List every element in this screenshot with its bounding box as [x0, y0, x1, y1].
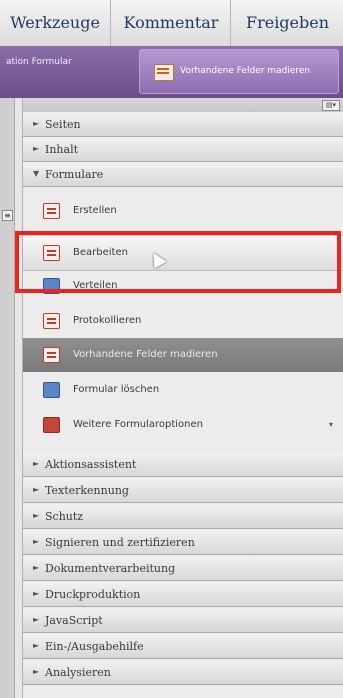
form-fields-icon [43, 347, 60, 363]
top-tab-bar: Werkzeuge Kommentar Freigeben [0, 0, 343, 47]
form-delete-icon [43, 382, 60, 398]
section-label: Analysieren [45, 666, 111, 679]
section-druckproduktion[interactable]: ► Druckproduktion [23, 582, 343, 607]
item-label: Formular löschen [73, 384, 160, 395]
existing-fields-button-label: Vorhandene Felder madieren [180, 66, 311, 76]
existing-fields-button[interactable]: Vorhandene Felder madieren [139, 49, 339, 94]
form-track-icon [43, 313, 60, 329]
expand-arrow-icon: ► [33, 589, 40, 598]
section-formulare[interactable]: ▼ Formulare [23, 162, 343, 187]
tab-werkzeuge[interactable]: Werkzeuge [0, 0, 110, 46]
section-label: Dokumentverarbeitung [45, 562, 176, 575]
section-label: Signieren und zertifizieren [45, 536, 195, 549]
collapse-icon[interactable]: ≡ [2, 210, 13, 221]
section-dokumentverarbeitung[interactable]: ► Dokumentverarbeitung [23, 556, 343, 581]
section-signieren[interactable]: ► Signieren und zertifizieren [23, 530, 343, 555]
section-ein-ausgabehilfe[interactable]: ► Ein-/Ausgabehilfe [23, 634, 343, 659]
section-label: Aktionsassistent [45, 458, 137, 471]
section-label: Seiten [45, 118, 81, 131]
item-label: Protokollieren [73, 315, 142, 326]
section-label: Formulare [45, 168, 104, 181]
expand-arrow-icon: ► [33, 119, 40, 128]
expand-arrow-icon: ► [33, 511, 40, 520]
item-label: Erstellen [73, 205, 117, 216]
left-collapse-strip: ≡ [0, 98, 15, 698]
panel-options-icon[interactable]: ▤▾ [322, 100, 340, 111]
item-label: Weitere Formularoptionen [73, 419, 203, 430]
form-item-weitere-optionen[interactable]: Weitere Formularoptionen ▾ [23, 408, 343, 442]
form-item-vorhandene-felder[interactable]: Vorhandene Felder madieren [23, 338, 343, 372]
tools-panel: ▤▾ ► Seiten ► Inhalt ▼ Formulare Erstell… [22, 98, 343, 698]
form-item-erstellen[interactable]: Erstellen [23, 194, 343, 228]
forms-toolbar: ation Formular Vorhandene Felder madiere… [0, 46, 343, 98]
expand-arrow-icon: ► [33, 641, 40, 650]
form-create-icon [43, 203, 60, 219]
tab-kommentar[interactable]: Kommentar [110, 0, 231, 46]
section-seiten[interactable]: ► Seiten [23, 112, 343, 137]
form-more-icon [43, 417, 60, 433]
item-label: Vorhandene Felder madieren [73, 349, 218, 360]
section-analysieren[interactable]: ► Analysieren [23, 660, 343, 685]
expand-arrow-icon: ► [33, 537, 40, 546]
section-label: Ein-/Ausgabehilfe [45, 640, 144, 653]
toolbar-label: ation Formular [6, 57, 72, 67]
section-label: Inhalt [45, 143, 79, 156]
dropdown-arrow-icon[interactable]: ▾ [329, 420, 333, 429]
collapse-arrow-icon: ▼ [33, 169, 40, 178]
panel-header: ▤▾ [23, 98, 343, 113]
expand-arrow-icon: ► [33, 667, 40, 676]
expand-arrow-icon: ► [33, 563, 40, 572]
section-schutz[interactable]: ► Schutz [23, 504, 343, 529]
section-label: Druckproduktion [45, 588, 141, 601]
section-texterkennung[interactable]: ► Texterkennung [23, 478, 343, 503]
form-item-protokollieren[interactable]: Protokollieren [23, 304, 343, 338]
form-fields-icon [154, 64, 174, 81]
expand-arrow-icon: ► [33, 485, 40, 494]
section-javascript[interactable]: ► JavaScript [23, 608, 343, 633]
section-label: Texterkennung [45, 484, 129, 497]
tab-freigeben[interactable]: Freigeben [230, 0, 343, 46]
section-inhalt[interactable]: ► Inhalt [23, 137, 343, 162]
highlight-box [15, 231, 341, 293]
form-item-loeschen[interactable]: Formular löschen [23, 373, 343, 407]
expand-arrow-icon: ► [33, 459, 40, 468]
section-label: Schutz [45, 510, 84, 523]
section-aktionsassistent[interactable]: ► Aktionsassistent [23, 452, 343, 477]
section-label: JavaScript [45, 614, 103, 627]
expand-arrow-icon: ► [33, 144, 40, 153]
expand-arrow-icon: ► [33, 615, 40, 624]
